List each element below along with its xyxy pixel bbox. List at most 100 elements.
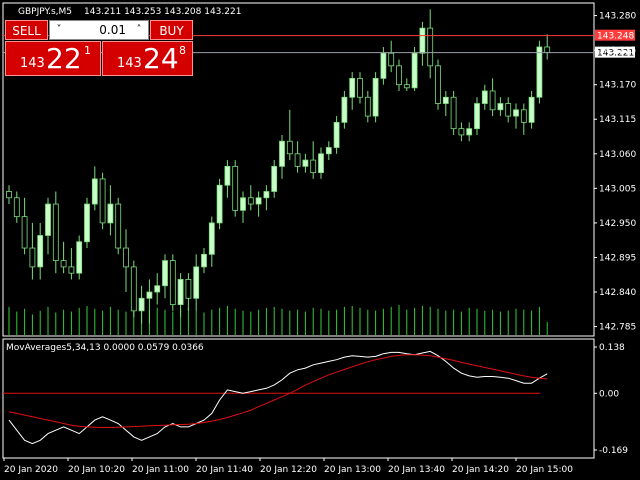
candle-body — [208, 222, 215, 255]
candle-body — [333, 121, 340, 148]
price-tick-label: 143.280 — [599, 12, 636, 22]
ohlc-values: 143.211 143.253 143.208 143.221 — [84, 7, 241, 17]
candle-body — [411, 52, 418, 89]
indicator-tick-label: 0.00 — [599, 389, 619, 399]
price-tick-label: 142.950 — [599, 219, 636, 229]
candle-body — [68, 266, 75, 274]
candle-body — [146, 291, 153, 299]
indicator-frame — [2, 338, 595, 459]
candle-body — [169, 260, 176, 305]
buy-button[interactable]: BUY — [150, 20, 193, 40]
candle-body — [427, 27, 434, 67]
candle-body — [263, 191, 270, 199]
candle-body — [232, 165, 239, 211]
sell-price-fraction: 1 — [84, 44, 91, 57]
price-tick-label: 143.060 — [599, 150, 636, 160]
time-tick-label: 20 Jan 2020 — [4, 465, 58, 475]
candle-body — [224, 165, 231, 186]
candle-body — [52, 203, 59, 262]
one-click-trading-panel: SELL ˅ ˄ BUY 143 22 1 143 24 8 — [5, 20, 193, 76]
candle-body — [216, 184, 223, 224]
time-tick-label: 20 Jan 12:20 — [260, 465, 317, 475]
candle-body — [13, 197, 20, 218]
candle-body — [21, 216, 28, 249]
lot-decrease-arrow-icon[interactable]: ˅ — [52, 21, 66, 39]
candle-body — [388, 52, 395, 67]
candle-body — [76, 241, 83, 274]
sell-price-pips: 22 — [46, 42, 82, 75]
indicator-label: MovAverages5,34,13 0.0000 0.0579 0.0366 — [6, 343, 204, 353]
candle-body — [497, 103, 504, 111]
time-tick-label: 20 Jan 13:00 — [324, 465, 381, 475]
indicator-axis: 0.138 0.00 -0.169 — [594, 343, 628, 456]
volume-bars — [8, 305, 548, 335]
candle-body — [91, 178, 98, 205]
candle-body — [396, 65, 402, 86]
candle-body — [357, 77, 363, 98]
buy-price-prefix: 143 — [117, 56, 142, 71]
symbol-info: GBPJPY.s,M5 — [18, 7, 72, 17]
indicator-border — [2, 338, 595, 459]
buy-price-fraction: 8 — [179, 44, 186, 57]
candle-body — [489, 90, 496, 111]
lot-size-input[interactable] — [68, 21, 130, 39]
candle-body — [240, 197, 246, 211]
price-tick-label: 142.840 — [599, 288, 636, 298]
candle-body — [364, 96, 371, 117]
candle-body — [435, 65, 441, 104]
time-tick-label: 20 Jan 15:00 — [516, 465, 573, 475]
candle-body — [6, 191, 12, 199]
trading-chart-window: 143.248 143.221 143.280 143.225 143.170 143.… — [0, 0, 640, 480]
buy-price-quote[interactable]: 143 24 8 — [102, 41, 193, 76]
candle-body — [481, 90, 488, 104]
candle-body — [349, 77, 356, 98]
candle-body — [185, 279, 192, 299]
price-tick-label: 143.225 — [599, 46, 636, 56]
candle-body — [528, 96, 535, 123]
price-tick-label: 143.170 — [599, 81, 636, 91]
fast-ma-line — [8, 350, 548, 445]
candle-body — [255, 197, 262, 205]
lot-size-control: ˅ ˄ — [49, 20, 149, 40]
time-tick-label: 20 Jan 14:20 — [452, 465, 509, 475]
candle-body — [279, 140, 285, 167]
candle-body — [162, 260, 168, 287]
candle-body — [99, 178, 106, 224]
candle-body — [177, 279, 184, 305]
ask-price-label: 143.248 — [597, 32, 634, 42]
sell-button[interactable]: SELL — [5, 20, 48, 40]
candle-body — [466, 128, 473, 136]
candle-body — [201, 253, 207, 268]
candle-body — [419, 27, 426, 54]
candle-body — [372, 77, 379, 117]
candle-body — [138, 297, 145, 312]
time-tick-label: 20 Jan 10:20 — [68, 465, 125, 475]
indicator-tick-label: -0.169 — [599, 446, 628, 456]
candle-body — [130, 266, 137, 312]
candle-body — [193, 266, 200, 299]
candle-body — [271, 165, 278, 192]
indicator-tick-label: 0.138 — [599, 343, 625, 353]
candle-body — [310, 159, 317, 174]
buy-price-pips: 24 — [143, 42, 179, 75]
price-tick-label: 142.785 — [599, 323, 636, 333]
lot-increase-arrow-icon[interactable]: ˄ — [132, 21, 146, 39]
sell-price-quote[interactable]: 143 22 1 — [5, 41, 101, 76]
candle-body — [123, 247, 129, 268]
candle-body — [60, 260, 67, 268]
candle-body — [45, 203, 51, 236]
price-tick-label: 143.005 — [599, 184, 636, 194]
candle-body — [154, 285, 161, 293]
slow-ma-line — [8, 354, 548, 428]
candle-body — [442, 96, 449, 104]
time-axis: 20 Jan 2020 20 Jan 10:20 20 Jan 11:00 20 Ja… — [3, 458, 573, 475]
candle-body — [341, 96, 348, 123]
moving-average-lines — [3, 350, 548, 445]
candle-body — [520, 109, 527, 123]
candle-body — [513, 109, 519, 117]
candle-body — [403, 84, 410, 89]
candle-body — [450, 96, 457, 130]
candle-body — [325, 147, 332, 155]
candle-body — [536, 46, 543, 98]
candle-body — [294, 153, 301, 167]
